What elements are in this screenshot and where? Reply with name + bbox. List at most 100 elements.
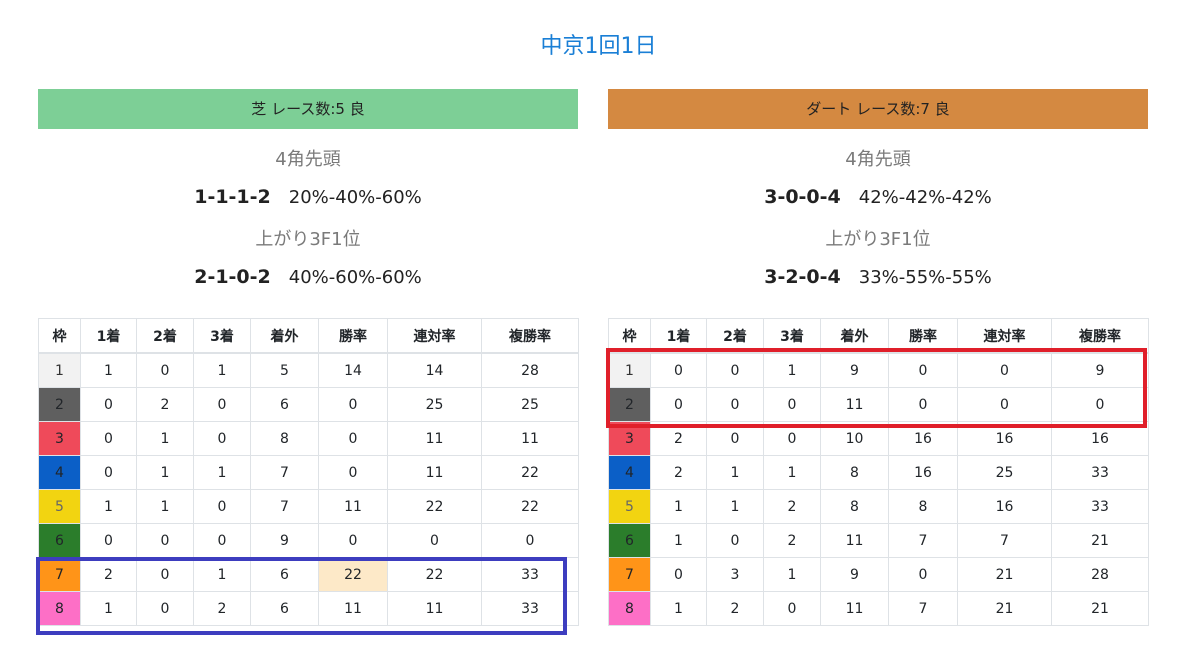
table-row: 10019009: [608, 352, 1149, 388]
stat-cell: 11: [387, 421, 482, 456]
stat-cell: 33: [1051, 489, 1149, 524]
stat-cell: 1: [706, 455, 764, 490]
stat-cell: 8: [820, 489, 889, 524]
stat-cell: 0: [706, 387, 764, 422]
stat-cell: 28: [481, 352, 579, 388]
dirt-last3f-rates: 33%-55%-55%: [858, 267, 992, 288]
column-header[interactable]: 2着: [136, 318, 194, 354]
stat-cell: 1: [650, 591, 707, 626]
stat-cell: 2: [193, 591, 251, 626]
stat-cell: 1: [80, 591, 137, 626]
turf-corner4-line: 1-1-1-2 20%-40%-60%: [38, 185, 578, 209]
stat-cell: 1: [763, 352, 821, 388]
dirt-header: ダート レース数:7 良: [608, 89, 1148, 129]
turf-last3f-line: 2-1-0-2 40%-60%-60%: [38, 265, 578, 289]
waku-cell: 6: [38, 523, 81, 558]
stat-cell: 25: [387, 387, 482, 422]
stat-cell: 1: [650, 523, 707, 558]
stat-cell: 8: [888, 489, 958, 524]
stat-cell: 16: [957, 421, 1052, 456]
turf-corner4-record: 1-1-1-2: [194, 186, 271, 208]
turf-stats-table: 枠 1着 2着 3着 着外 勝率 連対率 複勝率 1 1 0 1 5 14 14 28 2 0 2 0 6 0 25 25 3 0…: [38, 318, 579, 626]
dirt-panel: ダート レース数:7 良 4角先頭 3-0-0-4 42%-42%-42% 上がり…: [608, 89, 1149, 626]
stat-cell: 0: [481, 523, 579, 558]
stat-cell: 0: [136, 523, 194, 558]
stat-cell: 7: [888, 591, 958, 626]
stat-cell: 0: [136, 557, 194, 592]
column-header[interactable]: 勝率: [888, 318, 958, 354]
stat-cell: 14: [387, 352, 482, 388]
stat-cell: 0: [318, 421, 388, 456]
stat-cell: 0: [888, 557, 958, 592]
column-header[interactable]: 複勝率: [481, 318, 579, 354]
stat-cell: 5: [250, 352, 319, 388]
column-header[interactable]: 複勝率: [1051, 318, 1149, 354]
column-header[interactable]: 枠: [38, 318, 81, 354]
stat-cell: 11: [820, 387, 889, 422]
stat-cell: 9: [820, 352, 889, 388]
table-row: 3 0 1 0 8 0 11 11: [38, 421, 579, 456]
column-header[interactable]: 連対率: [387, 318, 482, 354]
waku-cell: 7: [608, 557, 651, 592]
turf-panel: 芝 レース数:5 良 4角先頭 1-1-1-2 20%-40%-60% 上がり3F…: [38, 89, 579, 626]
table-row: 4 0 1 1 7 0 11 22: [38, 455, 579, 490]
stat-cell: 33: [481, 591, 579, 626]
table-row: 3 2 0 0 10 16 16 16: [608, 421, 1149, 456]
stat-cell: 0: [80, 421, 137, 456]
column-header[interactable]: 3着: [763, 318, 821, 354]
stat-cell: 8: [820, 455, 889, 490]
stat-cell: 0: [193, 523, 251, 558]
waku-cell: 8: [608, 591, 651, 626]
waku-cell: 3: [608, 421, 651, 456]
stat-cell: 6: [250, 387, 319, 422]
turf-last3f-heading: 上がり3F1位: [255, 229, 361, 250]
stat-cell: 0: [136, 352, 194, 388]
stat-cell: 0: [706, 352, 764, 388]
stat-cell: 21: [957, 591, 1052, 626]
stat-cell: 0: [763, 591, 821, 626]
table-row: 7 0 3 1 9 0 21 28: [608, 557, 1149, 592]
waku-cell: 5: [608, 489, 651, 524]
stat-cell: 33: [481, 557, 579, 592]
stat-cell: 7: [250, 489, 319, 524]
stat-cell: 0: [650, 557, 707, 592]
stat-cell: 21: [1051, 523, 1149, 558]
stat-cell: 21: [957, 557, 1052, 592]
stat-cell: 1: [193, 557, 251, 592]
stat-cell: 11: [820, 591, 889, 626]
waku-cell: 1: [38, 352, 81, 388]
column-header[interactable]: 2着: [706, 318, 764, 354]
stat-cell: 0: [888, 387, 958, 422]
stat-cell: 0: [193, 489, 251, 524]
turf-corner4-heading: 4角先頭: [275, 149, 341, 170]
stat-cell: 1: [706, 489, 764, 524]
stat-cell: 7: [957, 523, 1052, 558]
stat-cell: 2: [80, 557, 137, 592]
turf-header: 芝 レース数:5 良: [38, 89, 578, 129]
stat-cell: 16: [957, 489, 1052, 524]
stat-cell: 11: [318, 591, 388, 626]
column-header[interactable]: 勝率: [318, 318, 388, 354]
column-header[interactable]: 1着: [650, 318, 707, 354]
table-row: 6 1 0 2 11 7 7 21: [608, 523, 1149, 558]
table-row: 2 0 2 0 6 0 25 25: [38, 387, 579, 422]
stat-cell: 11: [481, 421, 579, 456]
waku-cell: 2: [608, 387, 651, 422]
dirt-corner4-line: 3-0-0-4 42%-42%-42%: [608, 185, 1148, 209]
column-header[interactable]: 着外: [250, 318, 319, 354]
stat-cell: 0: [80, 523, 137, 558]
stat-cell: 2: [763, 523, 821, 558]
stat-cell: 14: [318, 352, 388, 388]
stat-cell: 7: [250, 455, 319, 490]
waku-cell: 6: [608, 523, 651, 558]
column-header[interactable]: 枠: [608, 318, 651, 354]
column-header[interactable]: 連対率: [957, 318, 1052, 354]
stat-cell: 9: [1051, 352, 1149, 388]
column-header[interactable]: 着外: [820, 318, 889, 354]
column-header[interactable]: 3着: [193, 318, 251, 354]
stat-cell: 0: [763, 387, 821, 422]
dirt-last3f-record: 3-2-0-4: [764, 266, 841, 288]
stat-cell: 2: [650, 421, 707, 456]
stat-cell: 0: [650, 387, 707, 422]
column-header[interactable]: 1着: [80, 318, 137, 354]
